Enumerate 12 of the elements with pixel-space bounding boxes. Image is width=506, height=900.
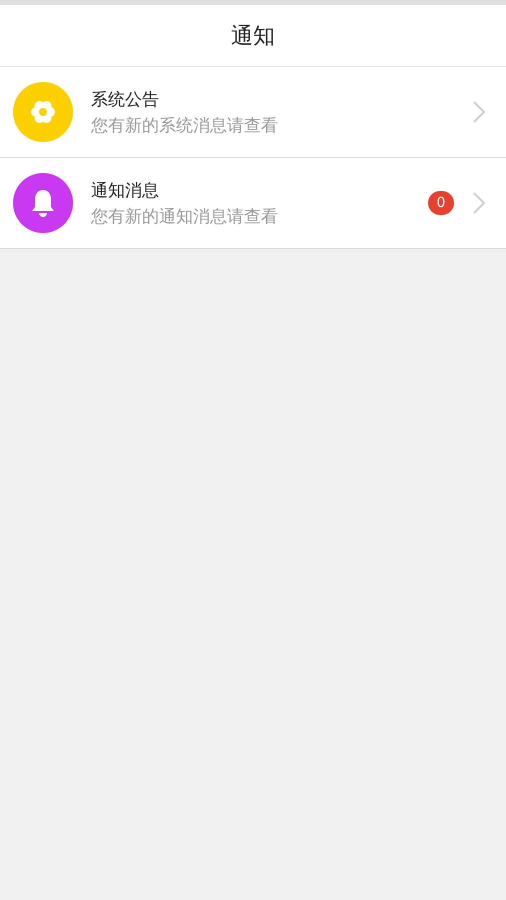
bell-icon <box>29 188 57 218</box>
count-badge: 0 <box>428 191 454 215</box>
notification-row[interactable]: 通知消息 您有新的通知消息请查看 0 <box>0 158 506 249</box>
chevron-right-icon <box>472 191 486 215</box>
chevron-right-icon <box>472 100 486 124</box>
page-title: 通知 <box>231 22 275 50</box>
item-subtitle: 您有新的通知消息请查看 <box>91 206 279 228</box>
notification-row[interactable]: 系统公告 您有新的系统消息请查看 <box>0 67 506 158</box>
item-subtitle: 您有新的系统消息请查看 <box>91 114 279 136</box>
item-title: 通知消息 <box>91 180 160 202</box>
item-title: 系统公告 <box>91 88 160 110</box>
gear-icon <box>30 99 56 125</box>
